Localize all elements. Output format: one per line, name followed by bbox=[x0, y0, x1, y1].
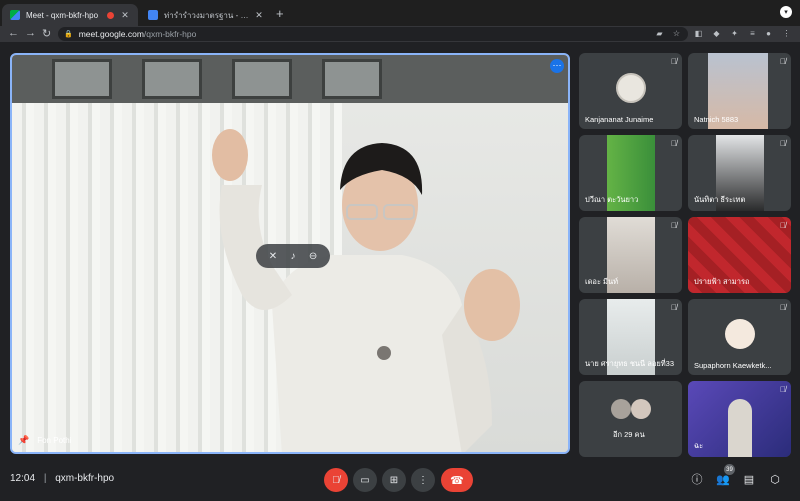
browser-tab-strip: Meet - qxm-bkfr-hpo ✕ ท่ารำรำวงมาตรฐาน -… bbox=[0, 0, 800, 26]
others-count: อีก 29 คน bbox=[613, 430, 645, 439]
recording-indicator-icon bbox=[107, 11, 114, 19]
pin-icon[interactable]: 📌 bbox=[18, 435, 29, 446]
participant-name: เดอะ มีนท์ bbox=[585, 277, 619, 286]
avatar bbox=[611, 399, 631, 419]
present-screen-icon: ⊞ bbox=[389, 474, 399, 486]
info-icon: ⓘ bbox=[691, 474, 703, 486]
url-path: /qxm-bkfr-hpo bbox=[143, 29, 197, 39]
others-tile[interactable]: อีก 29 คน bbox=[579, 381, 682, 457]
url-domain: meet.google.com bbox=[78, 29, 144, 39]
participant-grid: 🎙̸ Kanjananat Junaime 🎙̸ Natnich 5883 🎙̸… bbox=[579, 53, 791, 457]
mic-toggle-button[interactable]: 🎙̸ bbox=[324, 468, 348, 492]
meeting-details-button[interactable]: ⓘ bbox=[688, 470, 706, 488]
translate-extension-icon[interactable]: ◧ bbox=[693, 28, 704, 39]
tab-meet[interactable]: Meet - qxm-bkfr-hpo ✕ bbox=[2, 4, 138, 26]
bookmark-star-icon[interactable]: ☆ bbox=[671, 28, 682, 39]
media-control-icon[interactable]: ≡ bbox=[747, 28, 758, 39]
participant-name: ปวีณา ตะวันยาว bbox=[585, 195, 639, 204]
address-toolbar: ← → ↻ 🔒 meet.google.com/qxm-bkfr-hpo ▰ ☆… bbox=[0, 26, 800, 42]
muted-icon: 🎙̸ bbox=[671, 57, 677, 66]
muted-icon: 🎙̸ bbox=[780, 139, 786, 148]
participant-tile[interactable]: 🎙̸ Supaphorn Kaewketk... bbox=[688, 299, 791, 375]
lock-icon: 🔒 bbox=[64, 31, 73, 38]
muted-icon: 🎙̸ bbox=[780, 385, 786, 394]
tab-thai-dance[interactable]: ท่ารำรำวงมาตรฐาน - รำวงมาตรฐาน ✕ bbox=[140, 4, 272, 26]
close-tab-icon[interactable]: ✕ bbox=[254, 10, 264, 21]
speaker-label: 📌 Fon Pothi bbox=[18, 435, 71, 446]
mic-icon[interactable]: ♪ bbox=[291, 251, 296, 262]
participant-tile[interactable]: 🎙̸ Kanjananat Junaime bbox=[579, 53, 682, 129]
participant-name: นันทิตา ธีระเทต bbox=[694, 195, 746, 204]
camera-icon: ▭ bbox=[360, 474, 370, 486]
muted-icon: 🎙̸ bbox=[671, 139, 677, 148]
participant-name: ปรายฟ้า สามารถ bbox=[694, 277, 750, 286]
muted-icon: 🎙̸ bbox=[780, 57, 786, 66]
avatar bbox=[615, 73, 646, 103]
more-options-icon[interactable]: ⋯ bbox=[550, 59, 564, 73]
back-icon[interactable]: ← bbox=[8, 27, 19, 39]
window-pane bbox=[52, 59, 112, 99]
participant-tile[interactable]: 🎙̸ Natnich 5883 bbox=[688, 53, 791, 129]
participant-name: Supaphorn Kaewketk... bbox=[694, 361, 772, 370]
participant-name: ฉะ bbox=[694, 441, 704, 450]
site-favicon-icon bbox=[148, 10, 158, 20]
meet-favicon-icon bbox=[10, 10, 20, 20]
puzzle-extensions-icon[interactable]: ✦ bbox=[729, 28, 740, 39]
new-tab-button[interactable]: + bbox=[276, 6, 284, 21]
forward-icon[interactable]: → bbox=[25, 27, 36, 39]
participant-tile[interactable]: 🎙̸ ฉะ bbox=[688, 381, 791, 457]
present-button[interactable]: ⊞ bbox=[382, 468, 406, 492]
muted-icon: 🎙̸ bbox=[671, 221, 677, 230]
reload-icon[interactable]: ↻ bbox=[42, 27, 51, 40]
separator: | bbox=[43, 473, 47, 484]
avatar bbox=[724, 319, 755, 349]
tile-hover-controls: ✕ ♪ ⊖ bbox=[256, 244, 330, 268]
meeting-info: 12:04 | qxm-bkfr-hpo bbox=[10, 473, 114, 484]
participant-name: Natnich 5883 bbox=[694, 115, 739, 124]
chat-button[interactable]: ▤ bbox=[740, 470, 758, 488]
remove-icon[interactable]: ⊖ bbox=[309, 251, 317, 262]
muted-icon: 🎙̸ bbox=[780, 303, 786, 312]
participant-tile[interactable]: 🎙̸ ปรายฟ้า สามารถ bbox=[688, 217, 791, 293]
tab-title: Meet - qxm-bkfr-hpo bbox=[26, 10, 99, 20]
activities-icon: ⬡ bbox=[770, 473, 780, 486]
more-options-button[interactable]: ⋮ bbox=[411, 468, 435, 492]
speaker-figure bbox=[212, 129, 520, 452]
pin-off-icon[interactable]: ✕ bbox=[269, 251, 277, 262]
tab-search-icon[interactable]: ▾ bbox=[780, 6, 792, 18]
participant-tile[interactable]: 🎙̸ นันทิตา ธีระเทต bbox=[688, 135, 791, 211]
participant-name: Kanjananat Junaime bbox=[585, 115, 654, 124]
participant-count-badge: 39 bbox=[724, 464, 735, 475]
participant-tile[interactable]: 🎙̸ นาย ศรายุทธ ชนนี ลอยที่33 bbox=[579, 299, 682, 375]
speaker-name: Fon Pothi bbox=[37, 436, 72, 445]
participant-tile[interactable]: 🎙̸ ปวีณา ตะวันยาว bbox=[579, 135, 682, 211]
window-pane bbox=[142, 59, 202, 99]
hang-up-icon: ☎ bbox=[450, 474, 464, 487]
browser-menu-icon[interactable]: ⋮ bbox=[781, 28, 792, 39]
close-tab-icon[interactable]: ✕ bbox=[120, 10, 130, 21]
more-vertical-icon: ⋮ bbox=[418, 474, 428, 486]
chat-icon: ▤ bbox=[743, 473, 755, 486]
muted-icon: 🎙̸ bbox=[671, 303, 677, 312]
avatar bbox=[631, 399, 651, 419]
current-time: 12:04 bbox=[10, 473, 36, 484]
window-pane bbox=[322, 59, 382, 99]
profile-avatar-icon[interactable]: ● bbox=[763, 28, 774, 39]
mic-off-icon: 🎙̸ bbox=[332, 474, 340, 486]
meeting-control-bar: 12:04 | qxm-bkfr-hpo 🎙̸ ▭ ⊞ ⋮ ☎ ⓘ 👥 39 ▤… bbox=[0, 460, 800, 501]
meeting-code: qxm-bkfr-hpo bbox=[55, 473, 115, 484]
activities-button[interactable]: ⬡ bbox=[766, 470, 784, 488]
url-bar[interactable]: 🔒 meet.google.com/qxm-bkfr-hpo bbox=[58, 27, 688, 41]
muted-icon: 🎙̸ bbox=[780, 221, 786, 230]
participant-tile[interactable]: 🎙̸ เดอะ มีนท์ bbox=[579, 217, 682, 293]
participant-figure bbox=[728, 399, 752, 457]
main-speaker-video[interactable]: ✕ ♪ ⊖ ⋯ 📌 Fon Pothi bbox=[10, 53, 570, 454]
participant-name: นาย ศรายุทธ ชนนี ลอยที่33 bbox=[585, 359, 675, 368]
tab-title: ท่ารำรำวงมาตรฐาน - รำวงมาตรฐาน bbox=[164, 10, 254, 20]
fox-extension-icon[interactable]: ◆ bbox=[711, 28, 722, 39]
leave-call-button[interactable]: ☎ bbox=[441, 468, 473, 492]
camera-in-use-icon[interactable]: ▰ bbox=[654, 28, 665, 39]
window-pane bbox=[232, 59, 292, 99]
camera-toggle-button[interactable]: ▭ bbox=[353, 468, 377, 492]
